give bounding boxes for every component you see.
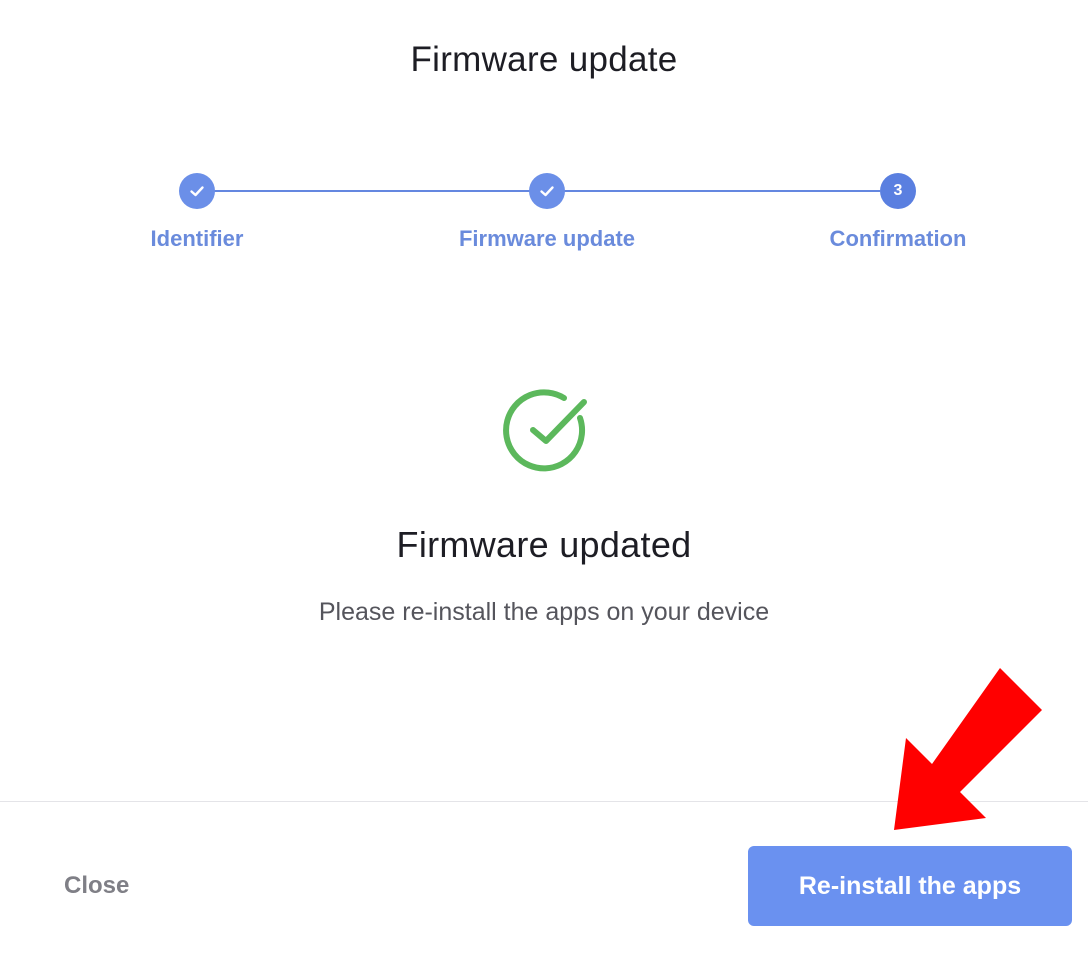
step-label-firmware-update: Firmware update xyxy=(458,226,636,251)
step-2-check-icon xyxy=(529,173,565,209)
close-button[interactable]: Close xyxy=(64,872,129,900)
reinstall-apps-button[interactable]: Re-install the apps xyxy=(748,846,1072,926)
red-arrow-pointer-icon xyxy=(894,668,1042,830)
modal-title: Firmware update xyxy=(410,40,678,79)
step-label-identifier: Identifier xyxy=(150,226,244,251)
result-description: Please re-install the apps on your devic… xyxy=(318,598,770,626)
success-check-circle-icon xyxy=(503,389,587,472)
stepper-line-2 xyxy=(564,190,880,192)
step-1-check-icon xyxy=(179,173,215,209)
stepper-line-1 xyxy=(214,190,530,192)
result-title: Firmware updated xyxy=(396,524,692,565)
step-label-confirmation: Confirmation xyxy=(829,226,967,251)
step-3-number: 3 xyxy=(880,173,916,209)
firmware-update-modal: Firmware update 3 Identifier Firmware up… xyxy=(0,0,1088,960)
